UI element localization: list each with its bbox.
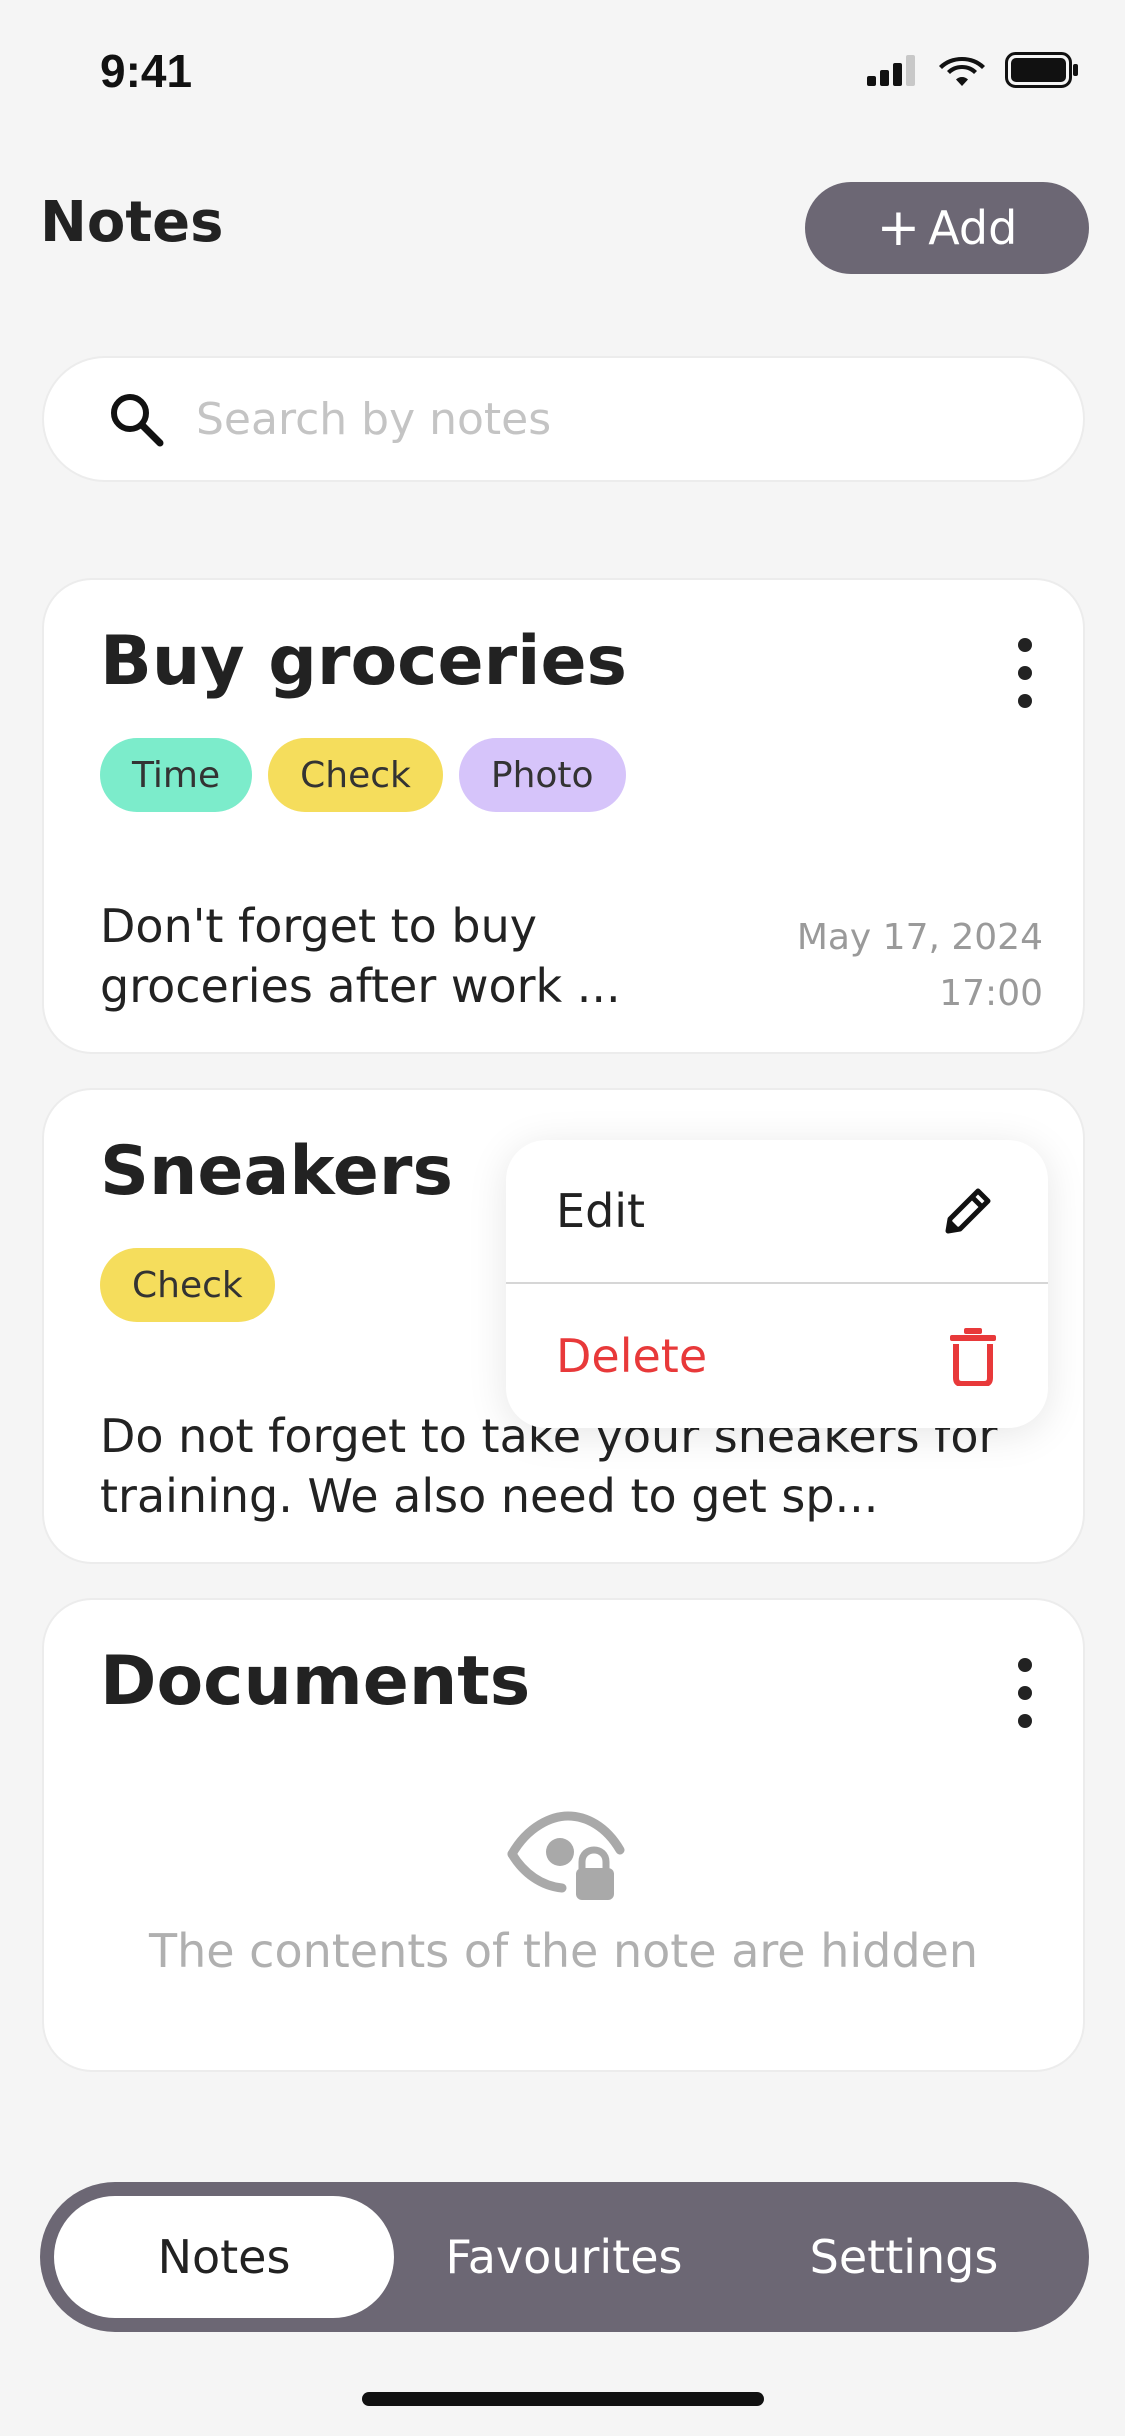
note-context-menu: Edit Delete <box>506 1140 1048 1428</box>
tag-photo: Photo <box>458 738 626 812</box>
note-card-buy-groceries[interactable]: Buy groceries Time Check Photo Don't for… <box>42 578 1085 1054</box>
add-note-button[interactable]: + Add <box>805 182 1089 274</box>
hidden-content-message: The contents of the note are hidden <box>148 1924 978 1978</box>
tab-notes[interactable]: Notes <box>54 2196 394 2318</box>
home-indicator[interactable] <box>362 2392 764 2406</box>
more-dot <box>1018 694 1032 708</box>
search-bar[interactable] <box>42 356 1085 482</box>
note-preview-text: Don't forget to buy groceries after work… <box>100 899 621 1013</box>
note-title: Buy groceries <box>100 622 628 701</box>
delete-label: Delete <box>556 1329 708 1383</box>
note-card-documents[interactable]: Documents The contents of the note are h… <box>42 1598 1085 2072</box>
more-vertical-icon <box>1018 638 1032 652</box>
tab-settings[interactable]: Settings <box>734 2196 1074 2318</box>
wifi-icon <box>939 57 985 86</box>
pencil-icon <box>945 1188 991 1234</box>
note-title: Sneakers <box>100 1132 453 1211</box>
search-input[interactable] <box>196 393 996 445</box>
add-button-label: Add <box>928 201 1018 255</box>
more-vertical-icon <box>1018 1658 1032 1672</box>
more-dot <box>1018 1686 1032 1700</box>
more-options-button[interactable] <box>1005 1658 1045 1728</box>
cellular-signal-icon <box>867 55 915 86</box>
trash-icon <box>950 1328 996 1386</box>
more-options-button[interactable] <box>1005 638 1045 708</box>
tag-list: Check <box>100 1248 275 1322</box>
page-title: Notes <box>40 190 224 255</box>
eye-lock-icon <box>507 1811 625 1900</box>
more-dot <box>1018 666 1032 680</box>
status-icons <box>867 52 1079 88</box>
note-date: May 17, 2024 <box>796 917 1043 958</box>
tab-favourites[interactable]: Favourites <box>394 2196 734 2318</box>
note-timestamp: May 17, 2024 17:00 <box>797 910 1043 1022</box>
bottom-tab-bar: Notes Favourites Settings <box>40 2182 1089 2332</box>
tag-time: Time <box>100 738 253 812</box>
note-title: Documents <box>100 1642 531 1721</box>
search-icon <box>111 394 164 447</box>
tag-list: Time Check Photo <box>100 738 626 812</box>
more-dot <box>1018 1714 1032 1728</box>
note-time: 17:00 <box>939 973 1043 1014</box>
battery-icon <box>1005 52 1078 88</box>
status-bar: 9:41 <box>0 0 1125 140</box>
edit-menu-item[interactable]: Edit <box>506 1140 1048 1284</box>
plus-icon: + <box>876 198 921 258</box>
tag-check: Check <box>100 1248 275 1322</box>
edit-label: Edit <box>556 1184 646 1238</box>
status-time: 9:41 <box>100 45 193 97</box>
delete-menu-item[interactable]: Delete <box>506 1284 1048 1428</box>
tag-check: Check <box>268 738 443 812</box>
